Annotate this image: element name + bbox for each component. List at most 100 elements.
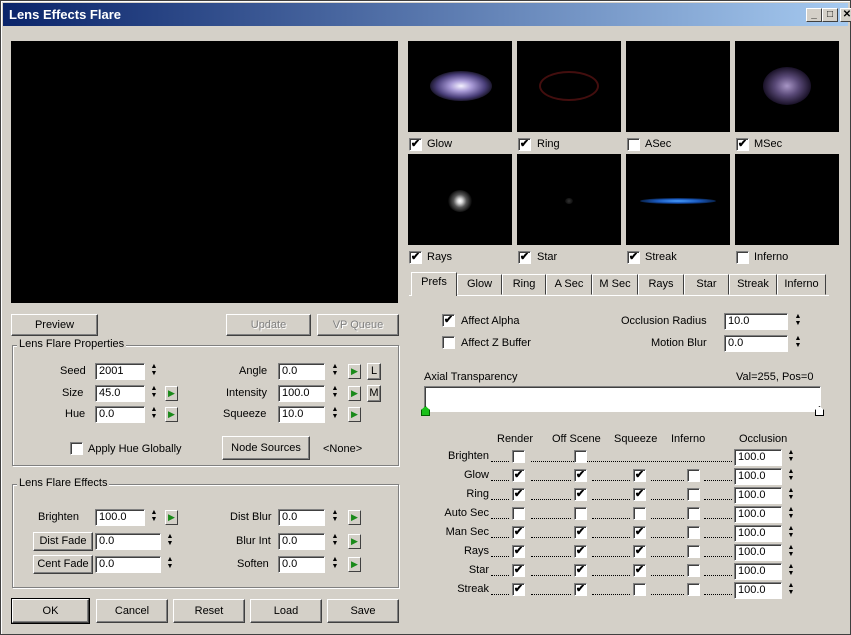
streak-off-scene-checkbox[interactable]: ✔ [574,583,587,596]
brighten-occlusion-field[interactable]: 100.0 [734,449,782,466]
man-sec-off-scene-checkbox[interactable]: ✔ [574,526,587,539]
glow-render-checkbox[interactable]: ✔ [512,469,525,482]
thumb-rays[interactable] [408,154,512,245]
size-field[interactable]: 45.0 [95,385,145,402]
ring-render-checkbox[interactable]: ✔ [512,488,525,501]
soften-field[interactable]: 0.0 [278,556,325,573]
star-inferno-checkbox[interactable] [687,564,700,577]
affect-z-buffer-checkbox[interactable] [442,336,455,349]
size-spinner[interactable]: ▲ ▼ [149,385,159,402]
brighten-off-scene-checkbox[interactable] [574,450,587,463]
intensity-key-button[interactable]: ▶ [348,386,361,401]
occlusion-radius-spinner[interactable]: ▲ ▼ [793,313,803,330]
cent-fade-spinner[interactable]: ▲ ▼ [165,556,175,573]
ring-off-scene-checkbox[interactable]: ✔ [574,488,587,501]
thumb-inferno[interactable] [735,154,839,245]
preview-button[interactable]: Preview [11,314,98,336]
man-sec-squeeze-checkbox[interactable]: ✔ [633,526,646,539]
inferno-checkbox[interactable] [736,251,749,264]
brighten-spinner[interactable]: ▲ ▼ [149,509,159,526]
tab-rays[interactable]: Rays [638,274,684,295]
asec-checkbox[interactable] [627,138,640,151]
squeeze-spinner[interactable]: ▲ ▼ [330,406,340,423]
star-checkbox[interactable]: ✔ [518,251,531,264]
tab-a-sec[interactable]: A Sec [546,274,592,295]
streak-occlusion-field[interactable]: 100.0 [734,582,782,599]
dist-fade-spinner[interactable]: ▲ ▼ [165,533,175,550]
l-button[interactable]: L [367,363,381,380]
tab-glow[interactable]: Glow [457,274,502,295]
intensity-spinner[interactable]: ▲ ▼ [330,385,340,402]
streak-occlusion-spinner[interactable]: ▲ ▼ [786,582,796,599]
brighten-occlusion-spinner[interactable]: ▲ ▼ [786,449,796,466]
brighten-field[interactable]: 100.0 [95,509,145,526]
m-button[interactable]: M [367,385,381,402]
node-sources-button[interactable]: Node Sources [222,436,310,460]
rays-occlusion-field[interactable]: 100.0 [734,544,782,561]
man-sec-render-checkbox[interactable]: ✔ [512,526,525,539]
rays-render-checkbox[interactable]: ✔ [512,545,525,558]
maximize-button[interactable]: □ [822,8,838,22]
save-button[interactable]: Save [327,599,399,623]
dist-fade-field[interactable]: 0.0 [95,533,161,550]
ring-occlusion-field[interactable]: 100.0 [734,487,782,504]
star-occlusion-spinner[interactable]: ▲ ▼ [786,563,796,580]
apply-hue-globally-checkbox[interactable] [70,442,83,455]
update-button[interactable]: Update [226,314,311,336]
dist-fade-button[interactable]: Dist Fade [33,532,93,551]
star-render-checkbox[interactable]: ✔ [512,564,525,577]
size-key-button[interactable]: ▶ [165,386,178,401]
auto-sec-occlusion-spinner[interactable]: ▲ ▼ [786,506,796,523]
tab-inferno[interactable]: Inferno [777,274,826,295]
tab-star[interactable]: Star [684,274,729,295]
ring-occlusion-spinner[interactable]: ▲ ▼ [786,487,796,504]
axial-transparency-gradient[interactable] [424,386,821,412]
hue-spinner[interactable]: ▲ ▼ [149,406,159,423]
glow-squeeze-checkbox[interactable]: ✔ [633,469,646,482]
glow-inferno-checkbox[interactable] [687,469,700,482]
glow-off-scene-checkbox[interactable]: ✔ [574,469,587,482]
tab-ring[interactable]: Ring [502,274,546,295]
streak-inferno-checkbox[interactable] [687,583,700,596]
streak-checkbox[interactable]: ✔ [627,251,640,264]
blur-int-spinner[interactable]: ▲ ▼ [330,533,340,550]
angle-field[interactable]: 0.0 [278,363,325,380]
glow-checkbox[interactable]: ✔ [409,138,422,151]
thumb-streak[interactable] [626,154,730,245]
motion-blur-field[interactable]: 0.0 [724,335,788,352]
thumb-ring[interactable] [517,41,621,132]
angle-key-button[interactable]: ▶ [348,364,361,379]
glow-occlusion-spinner[interactable]: ▲ ▼ [786,468,796,485]
tab-prefs[interactable]: Prefs [411,272,457,296]
occlusion-radius-field[interactable]: 10.0 [724,313,788,330]
blur-int-field[interactable]: 0.0 [278,533,325,550]
rays-occlusion-spinner[interactable]: ▲ ▼ [786,544,796,561]
man-sec-occlusion-field[interactable]: 100.0 [734,525,782,542]
star-off-scene-checkbox[interactable]: ✔ [574,564,587,577]
brighten-render-checkbox[interactable] [512,450,525,463]
glow-occlusion-field[interactable]: 100.0 [734,468,782,485]
tab-m-sec[interactable]: M Sec [592,274,638,295]
minimize-button[interactable]: _ [806,8,822,22]
msec-checkbox[interactable]: ✔ [736,138,749,151]
auto-sec-render-checkbox[interactable] [512,507,525,520]
cent-fade-field[interactable]: 0.0 [95,556,161,573]
soften-key-button[interactable]: ▶ [348,557,361,572]
star-occlusion-field[interactable]: 100.0 [734,563,782,580]
auto-sec-squeeze-checkbox[interactable] [633,507,646,520]
thumb-star[interactable] [517,154,621,245]
rays-checkbox[interactable]: ✔ [409,251,422,264]
hue-key-button[interactable]: ▶ [165,407,178,422]
tab-streak[interactable]: Streak [729,274,777,295]
streak-squeeze-checkbox[interactable] [633,583,646,596]
ok-button[interactable]: OK [11,598,90,624]
man-sec-inferno-checkbox[interactable] [687,526,700,539]
squeeze-key-button[interactable]: ▶ [348,407,361,422]
motion-blur-spinner[interactable]: ▲ ▼ [793,335,803,352]
load-button[interactable]: Load [250,599,322,623]
auto-sec-inferno-checkbox[interactable] [687,507,700,520]
thumb-glow[interactable] [408,41,512,132]
ring-squeeze-checkbox[interactable]: ✔ [633,488,646,501]
auto-sec-off-scene-checkbox[interactable] [574,507,587,520]
dist-blur-field[interactable]: 0.0 [278,509,325,526]
